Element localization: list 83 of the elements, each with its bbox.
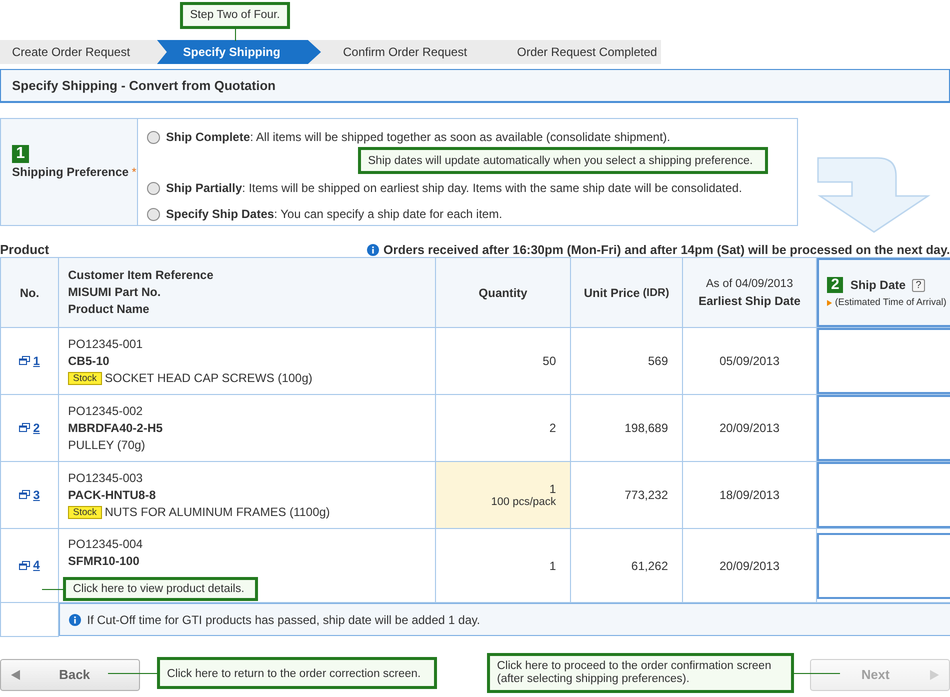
reference-text: PO12345-002: [68, 402, 144, 420]
radio-button[interactable]: [147, 182, 160, 194]
pack-note: 100 pcs/pack: [490, 496, 556, 508]
option-label: Specify Ship Dates: You can specify a ship date for each item.: [166, 207, 502, 221]
price-value: 61,262: [631, 558, 668, 572]
progress-step: Create Order Request: [0, 40, 157, 64]
progress-step: Confirm Order Request: [321, 40, 493, 64]
column-header: No.: [0, 258, 58, 328]
callout: Click here to proceed to the order confirmation screen (after selecting shipping preferences).: [487, 653, 794, 693]
window-icon: [19, 356, 30, 366]
window-icon: [19, 490, 30, 500]
date-value: 18/09/2013: [719, 488, 780, 502]
item-link[interactable]: 1: [19, 354, 40, 368]
quantity-value: 1: [548, 558, 556, 572]
required-mark: *: [132, 165, 136, 179]
step-number-badge: 1: [12, 145, 29, 163]
part-number: SFMR10-100: [68, 553, 140, 570]
column-header: Unit Price: [584, 286, 640, 300]
price-value: 773,232: [624, 488, 668, 502]
item-link[interactable]: 4: [19, 558, 40, 572]
callout: Click here to return to the order correction screen.: [157, 657, 437, 689]
quantity-value: 50: [542, 354, 556, 368]
leader-line: [794, 673, 840, 674]
window-icon: [19, 560, 30, 570]
section-heading: Product: [0, 242, 50, 257]
date-value: 05/09/2013: [719, 354, 780, 368]
bullet-icon: [827, 300, 832, 306]
leader-line: [108, 673, 157, 674]
part-number: CB5-10: [68, 352, 110, 370]
currency-label: (IDR): [642, 286, 670, 298]
column-header: Earliest Ship Date: [697, 294, 802, 308]
reference-text: PO12345-001: [68, 336, 144, 352]
quantity-value: 1: [548, 482, 556, 496]
window-icon: [19, 423, 30, 432]
left-triangle-icon: [11, 670, 20, 680]
radio-button[interactable]: [147, 130, 160, 144]
reference-text: PO12345-003: [68, 470, 144, 486]
ship-date-field[interactable]: [817, 328, 950, 394]
ship-date-field[interactable]: [817, 532, 950, 598]
down-arrow-icon: [816, 156, 932, 234]
column-header: MISUMI Part No.: [68, 284, 162, 301]
back-button[interactable]: Back: [0, 658, 140, 690]
field-label: Shipping Preference: [12, 165, 129, 179]
item-link[interactable]: 2: [19, 420, 40, 435]
radio-button[interactable]: [147, 208, 160, 220]
date-value: 20/09/2013: [719, 421, 780, 435]
column-header: Ship Date: [850, 278, 906, 292]
column-header: Customer Item Reference: [68, 267, 214, 284]
info-icon: [69, 614, 81, 626]
date-value: 20/09/2013: [719, 558, 780, 572]
progress-step: Order Request Completed: [493, 40, 658, 64]
right-triangle-icon: [930, 670, 939, 680]
product-name: SOCKET HEAD CAP SCREWS (100g): [104, 370, 312, 386]
stock-tag: Stock: [68, 506, 102, 518]
leader-line: [42, 589, 63, 590]
date-caption: As of 04/09/2013: [705, 278, 794, 290]
reference-text: PO12345-004: [68, 536, 144, 553]
item-link[interactable]: 3: [19, 488, 40, 502]
column-header: Quantity: [436, 258, 570, 328]
price-value: 198,689: [624, 421, 668, 435]
leader-line: [235, 29, 236, 41]
part-number: MBRDFA40-2-H5: [68, 420, 164, 436]
option-label: Ship Partially: Items will be shipped on earliest ship day. Items with the same ship date will be consolidated.: [166, 181, 742, 195]
help-button[interactable]: ?: [912, 278, 926, 292]
ship-date-field[interactable]: [817, 395, 950, 461]
product-name: PULLEY (70g): [68, 436, 146, 454]
step-number-badge: 2: [827, 277, 844, 293]
stock-tag: Stock: [68, 372, 102, 384]
product-name: NUTS FOR ALUMINUM FRAMES (1100g): [104, 504, 330, 520]
page-title: Specify Shipping - Convert from Quotation: [0, 69, 950, 103]
part-number: PACK-HNTU8-8: [68, 486, 157, 504]
ship-date-field[interactable]: [817, 462, 950, 528]
column-note: (Estimated Time of Arrival): [835, 297, 946, 308]
callout: Step Two of Four.: [180, 2, 290, 29]
callout: Click here to view product details.: [63, 577, 258, 601]
price-value: 569: [648, 354, 668, 368]
notice-text: Orders received after 16:30pm (Mon-Fri) and after 14pm (Sat) will be processed on the next day.: [383, 243, 950, 257]
info-text: If Cut-Off time for GTI products has passed, ship date will be added 1 day.: [87, 612, 480, 626]
quantity-value: 2: [548, 421, 556, 435]
tooltip: Ship dates will update automatically when you select a shipping preference.: [358, 147, 768, 174]
progress-step: Specify Shipping: [157, 40, 321, 64]
option-label: Ship Complete: All items will be shipped together as soon as available (consolidate shipment).: [166, 130, 670, 144]
column-header: Product Name: [68, 301, 150, 318]
